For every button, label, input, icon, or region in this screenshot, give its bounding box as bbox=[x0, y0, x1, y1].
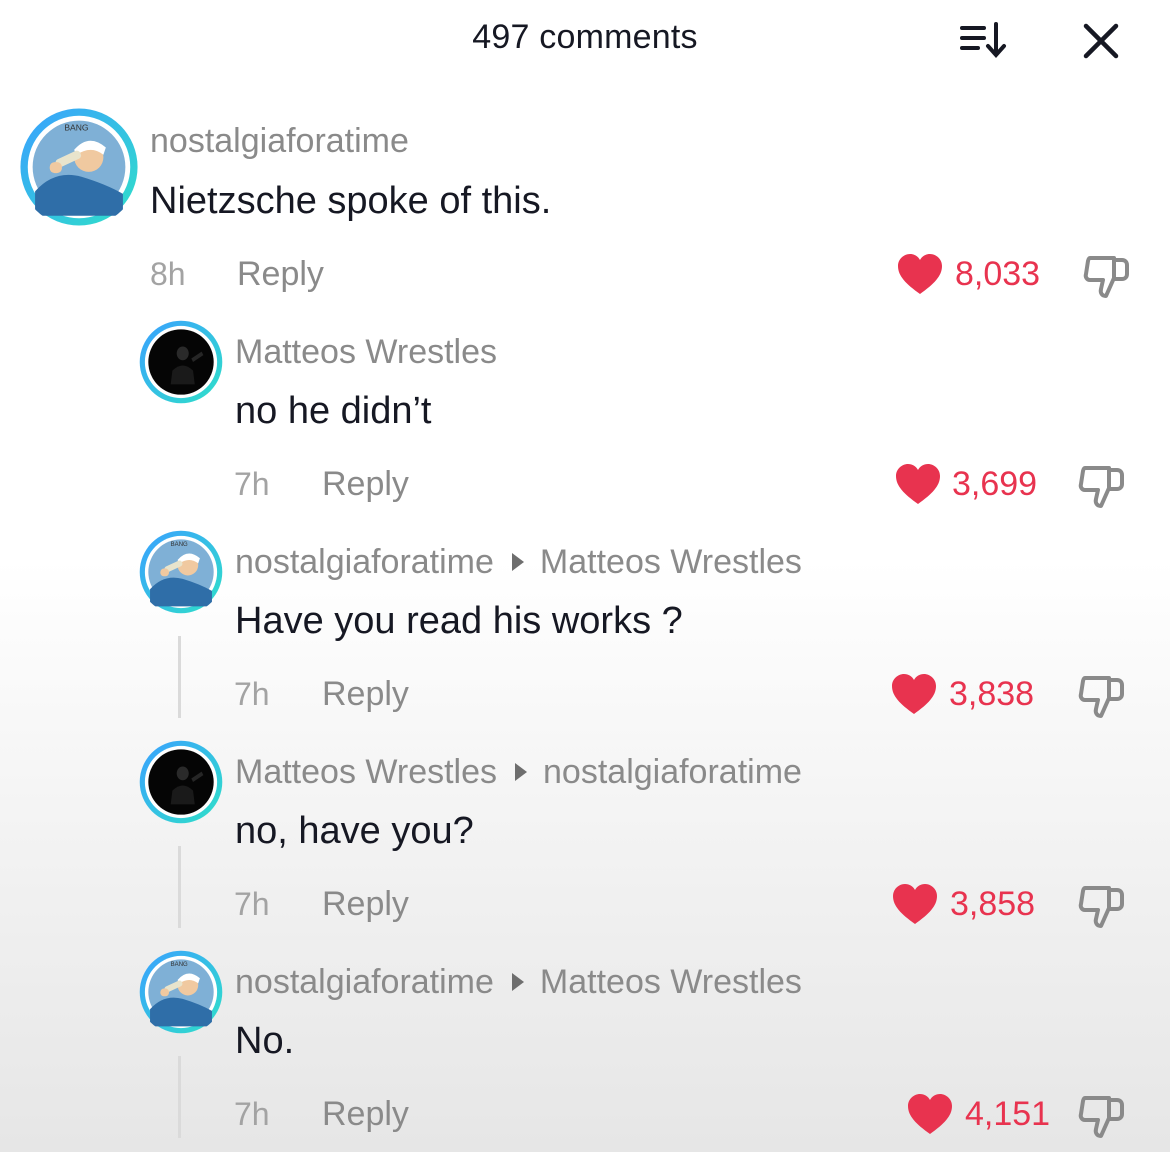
username-text[interactable]: nostalgiaforatime bbox=[235, 963, 494, 1001]
like-button[interactable] bbox=[896, 252, 944, 296]
reply-button[interactable]: Reply bbox=[322, 885, 409, 924]
avatar[interactable] bbox=[138, 319, 224, 405]
sort-button[interactable] bbox=[958, 18, 1010, 62]
like-count: 3,838 bbox=[949, 675, 1035, 713]
like-count: 3,858 bbox=[950, 885, 1036, 923]
avatar[interactable] bbox=[138, 739, 224, 825]
username-text[interactable]: Matteos Wrestles bbox=[235, 333, 497, 371]
comment-text: Nietzsche spoke of this. bbox=[150, 180, 552, 222]
thread-line bbox=[178, 636, 181, 718]
dislike-button[interactable] bbox=[1082, 252, 1132, 300]
thumbs-down-icon bbox=[1078, 1096, 1124, 1138]
sort-icon bbox=[960, 22, 1006, 59]
comment-time: 7h bbox=[234, 886, 270, 922]
like-count: 8,033 bbox=[955, 255, 1041, 293]
comment-time: 7h bbox=[234, 466, 270, 502]
like-button[interactable] bbox=[906, 1092, 954, 1136]
like-button[interactable] bbox=[891, 882, 939, 926]
thumbs-down-icon bbox=[1078, 466, 1124, 508]
heart-icon bbox=[896, 464, 940, 504]
dislike-button[interactable] bbox=[1077, 672, 1127, 720]
reply-button[interactable]: Reply bbox=[322, 675, 409, 714]
reply-to-username[interactable]: Matteos Wrestles bbox=[540, 543, 802, 581]
comment-username[interactable]: nostalgiaforatime Matteos Wrestles bbox=[235, 543, 802, 582]
comment-text: No. bbox=[235, 1020, 295, 1062]
avatar[interactable] bbox=[18, 106, 140, 228]
comment-time: 8h bbox=[150, 256, 186, 292]
thumbs-down-icon bbox=[1083, 256, 1129, 298]
thread-line bbox=[178, 846, 181, 928]
comment-text: no he didn’t bbox=[235, 390, 432, 432]
heart-icon bbox=[893, 884, 937, 924]
reply-to-username[interactable]: Matteos Wrestles bbox=[540, 963, 802, 1001]
reply-arrow-icon bbox=[511, 973, 524, 992]
dislike-button[interactable] bbox=[1077, 882, 1127, 930]
dislike-button[interactable] bbox=[1077, 462, 1127, 510]
reply-arrow-icon bbox=[515, 763, 528, 782]
thread-line bbox=[178, 1056, 181, 1138]
avatar[interactable] bbox=[138, 529, 224, 615]
comment-username[interactable]: Matteos Wrestles bbox=[235, 333, 497, 372]
username-text[interactable]: Matteos Wrestles bbox=[235, 753, 497, 791]
close-icon bbox=[1083, 23, 1119, 59]
heart-icon bbox=[892, 674, 936, 714]
comment-text: no, have you? bbox=[235, 810, 474, 852]
comment-username[interactable]: Matteos Wrestles nostalgiaforatime bbox=[235, 753, 802, 792]
reply-button[interactable]: Reply bbox=[322, 1095, 409, 1134]
like-button[interactable] bbox=[890, 672, 938, 716]
heart-icon bbox=[908, 1094, 952, 1134]
close-button[interactable] bbox=[1078, 18, 1124, 64]
username-text[interactable]: nostalgiaforatime bbox=[150, 122, 409, 160]
comments-panel: 497 comments nostalgiaforatime Nietzsche… bbox=[0, 0, 1170, 1152]
reply-button[interactable]: Reply bbox=[322, 465, 409, 504]
like-count: 4,151 bbox=[965, 1095, 1051, 1133]
reply-arrow-icon bbox=[511, 553, 524, 572]
comment-username[interactable]: nostalgiaforatime bbox=[150, 122, 409, 161]
like-count: 3,699 bbox=[952, 465, 1038, 503]
comment-time: 7h bbox=[234, 1096, 270, 1132]
thumbs-down-icon bbox=[1078, 676, 1124, 718]
reply-to-username[interactable]: nostalgiaforatime bbox=[543, 753, 802, 791]
like-button[interactable] bbox=[894, 462, 942, 506]
reply-button[interactable]: Reply bbox=[237, 255, 324, 294]
username-text[interactable]: nostalgiaforatime bbox=[235, 543, 494, 581]
heart-icon bbox=[898, 254, 942, 294]
avatar[interactable] bbox=[138, 949, 224, 1035]
thumbs-down-icon bbox=[1078, 886, 1124, 928]
dislike-button[interactable] bbox=[1077, 1092, 1127, 1140]
comment-username[interactable]: nostalgiaforatime Matteos Wrestles bbox=[235, 963, 802, 1002]
comment-time: 7h bbox=[234, 676, 270, 712]
comment-text: Have you read his works ? bbox=[235, 600, 683, 642]
